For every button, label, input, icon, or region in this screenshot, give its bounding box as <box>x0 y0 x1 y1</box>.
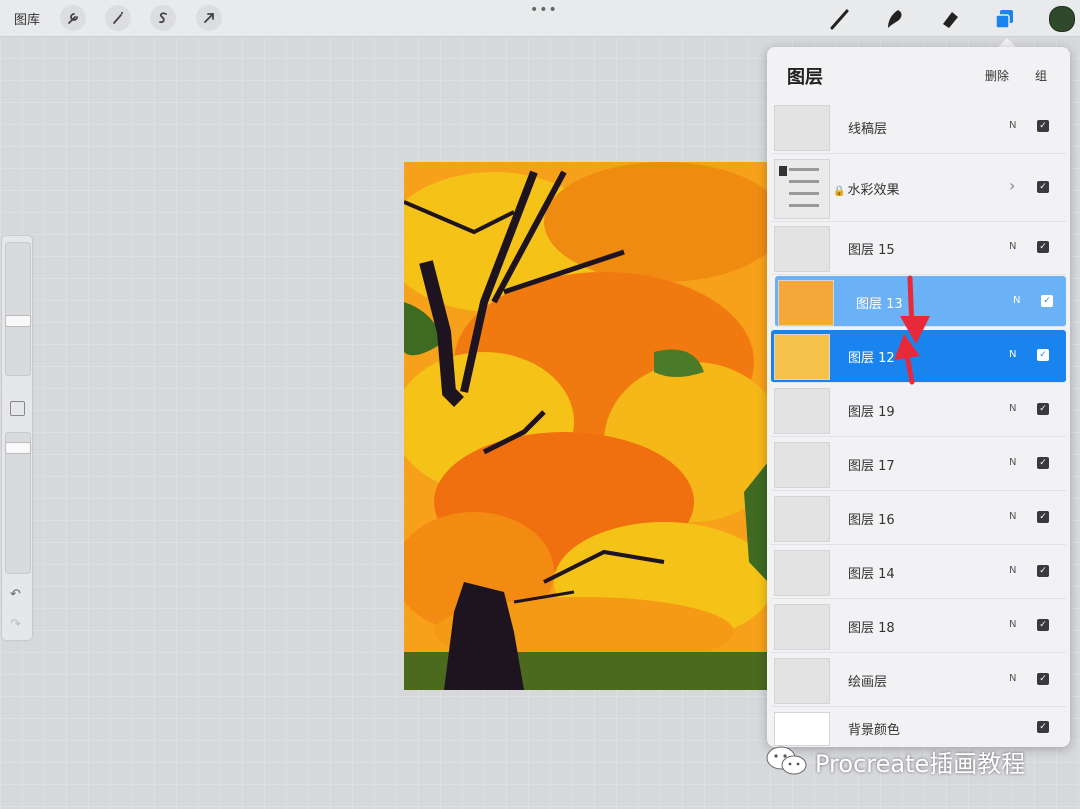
blend-mode-button[interactable]: N <box>1009 511 1016 522</box>
layer-name: 绘画层 <box>848 675 888 690</box>
visibility-checkbox[interactable]: ✓ <box>1037 120 1049 132</box>
lock-icon: 🔒 <box>833 186 846 197</box>
modify-button[interactable] <box>10 401 25 416</box>
layer-row-background[interactable]: 背景颜色 ✓ <box>771 708 1066 746</box>
layer-name: 图层 19 <box>848 405 895 420</box>
layer-row[interactable]: 图层 18 N ✓ <box>771 600 1066 653</box>
layer-name: 背景颜色 <box>848 723 901 738</box>
group-button[interactable]: 组 <box>1035 67 1047 84</box>
layer-thumbnail <box>774 334 830 380</box>
delete-button[interactable]: 删除 <box>985 67 1009 84</box>
layer-row-dragging[interactable]: 图层 13 N ✓ <box>775 276 1066 327</box>
layer-row[interactable]: 图层 17 N ✓ <box>771 438 1066 491</box>
layer-row[interactable]: 图层 19 N ✓ <box>771 384 1066 437</box>
visibility-checkbox[interactable]: ✓ <box>1037 511 1049 523</box>
brush-icon[interactable] <box>827 6 853 32</box>
blend-mode-button[interactable]: N <box>1009 241 1016 252</box>
layer-thumbnail <box>774 159 830 219</box>
layer-name: 🔒 水彩效果 <box>833 183 900 198</box>
layer-thumbnail <box>778 280 834 326</box>
layers-panel: 图层 删除 组 线稿层 N ✓ 🔒 水彩效果 › ✓ 图层 15 N ✓ 图层 1… <box>767 47 1070 747</box>
watermark: Procreate插画教程 <box>765 744 1025 778</box>
layer-thumbnail <box>774 496 830 542</box>
blend-mode-button[interactable]: N <box>1009 403 1016 414</box>
drag-handle[interactable]: ••• <box>530 2 558 18</box>
wechat-icon <box>766 746 807 775</box>
layer-name: 图层 16 <box>848 513 895 528</box>
layer-row[interactable]: 线稿层 N ✓ <box>771 101 1066 154</box>
layer-thumbnail <box>774 604 830 650</box>
layer-name: 图层 18 <box>848 621 895 636</box>
maple-tree-painting <box>404 162 768 690</box>
blend-mode-button[interactable]: N <box>1009 619 1016 630</box>
layer-thumbnail <box>774 105 830 151</box>
layer-thumbnail <box>774 712 830 746</box>
layers-icon[interactable] <box>992 6 1018 32</box>
visibility-checkbox[interactable]: ✓ <box>1037 181 1049 193</box>
arrow-cursor-icon[interactable] <box>196 5 222 31</box>
layer-row[interactable]: 绘画层 N ✓ <box>771 654 1066 707</box>
color-picker-swatch[interactable] <box>1049 6 1075 32</box>
layer-group-row[interactable]: 🔒 水彩效果 › ✓ <box>771 155 1066 222</box>
chevron-right-icon[interactable]: › <box>1009 176 1015 195</box>
visibility-checkbox[interactable]: ✓ <box>1037 619 1049 631</box>
top-toolbar: 图库 ••• <box>0 0 1080 37</box>
undo-icon[interactable]: ↶ <box>10 587 21 602</box>
blend-mode-button[interactable]: N <box>1009 565 1016 576</box>
blend-mode-button[interactable]: N <box>1013 295 1020 306</box>
watermark-text: Procreate插画教程 <box>815 749 1026 778</box>
selection-s-icon[interactable] <box>150 5 176 31</box>
layer-thumbnail <box>774 226 830 272</box>
smudge-icon[interactable] <box>882 6 908 32</box>
brush-size-knob[interactable] <box>5 315 31 327</box>
layer-name: 线稿层 <box>848 122 888 137</box>
layer-name: 图层 17 <box>848 459 895 474</box>
visibility-checkbox[interactable]: ✓ <box>1037 349 1049 361</box>
visibility-checkbox[interactable]: ✓ <box>1041 295 1053 307</box>
left-sidebar: ↶ ↷ <box>2 236 32 640</box>
brush-size-slider[interactable] <box>5 242 31 376</box>
magic-wand-icon[interactable] <box>105 5 131 31</box>
blend-mode-button[interactable]: N <box>1009 673 1016 684</box>
opacity-knob[interactable] <box>5 442 31 454</box>
visibility-checkbox[interactable]: ✓ <box>1037 721 1049 733</box>
layer-row[interactable]: 图层 16 N ✓ <box>771 492 1066 545</box>
visibility-checkbox[interactable]: ✓ <box>1037 403 1049 415</box>
visibility-checkbox[interactable]: ✓ <box>1037 565 1049 577</box>
layer-name: 图层 12 <box>848 351 895 366</box>
wrench-icon[interactable] <box>60 5 86 31</box>
layer-name: 图层 15 <box>848 243 895 258</box>
visibility-checkbox[interactable]: ✓ <box>1037 241 1049 253</box>
layer-row[interactable]: 图层 15 N ✓ <box>771 222 1066 275</box>
layer-thumbnail <box>774 388 830 434</box>
layer-name: 图层 14 <box>848 567 895 582</box>
layer-row[interactable]: 图层 14 N ✓ <box>771 546 1066 599</box>
blend-mode-button[interactable]: N <box>1009 120 1016 131</box>
gallery-button[interactable]: 图库 <box>14 9 40 28</box>
layer-thumbnail <box>774 658 830 704</box>
layers-panel-title: 图层 <box>787 67 823 88</box>
layer-thumbnail <box>774 442 830 488</box>
visibility-checkbox[interactable]: ✓ <box>1037 457 1049 469</box>
visibility-checkbox[interactable]: ✓ <box>1037 673 1049 685</box>
blend-mode-button[interactable]: N <box>1009 457 1016 468</box>
layer-thumbnail <box>774 550 830 596</box>
blend-mode-button[interactable]: N <box>1009 349 1016 360</box>
layer-name: 图层 13 <box>856 297 903 312</box>
eraser-icon[interactable] <box>937 6 963 32</box>
artwork-canvas[interactable] <box>404 162 768 690</box>
layer-row-selected[interactable]: 图层 12 N ✓ <box>771 330 1066 383</box>
redo-icon[interactable]: ↷ <box>10 617 21 632</box>
